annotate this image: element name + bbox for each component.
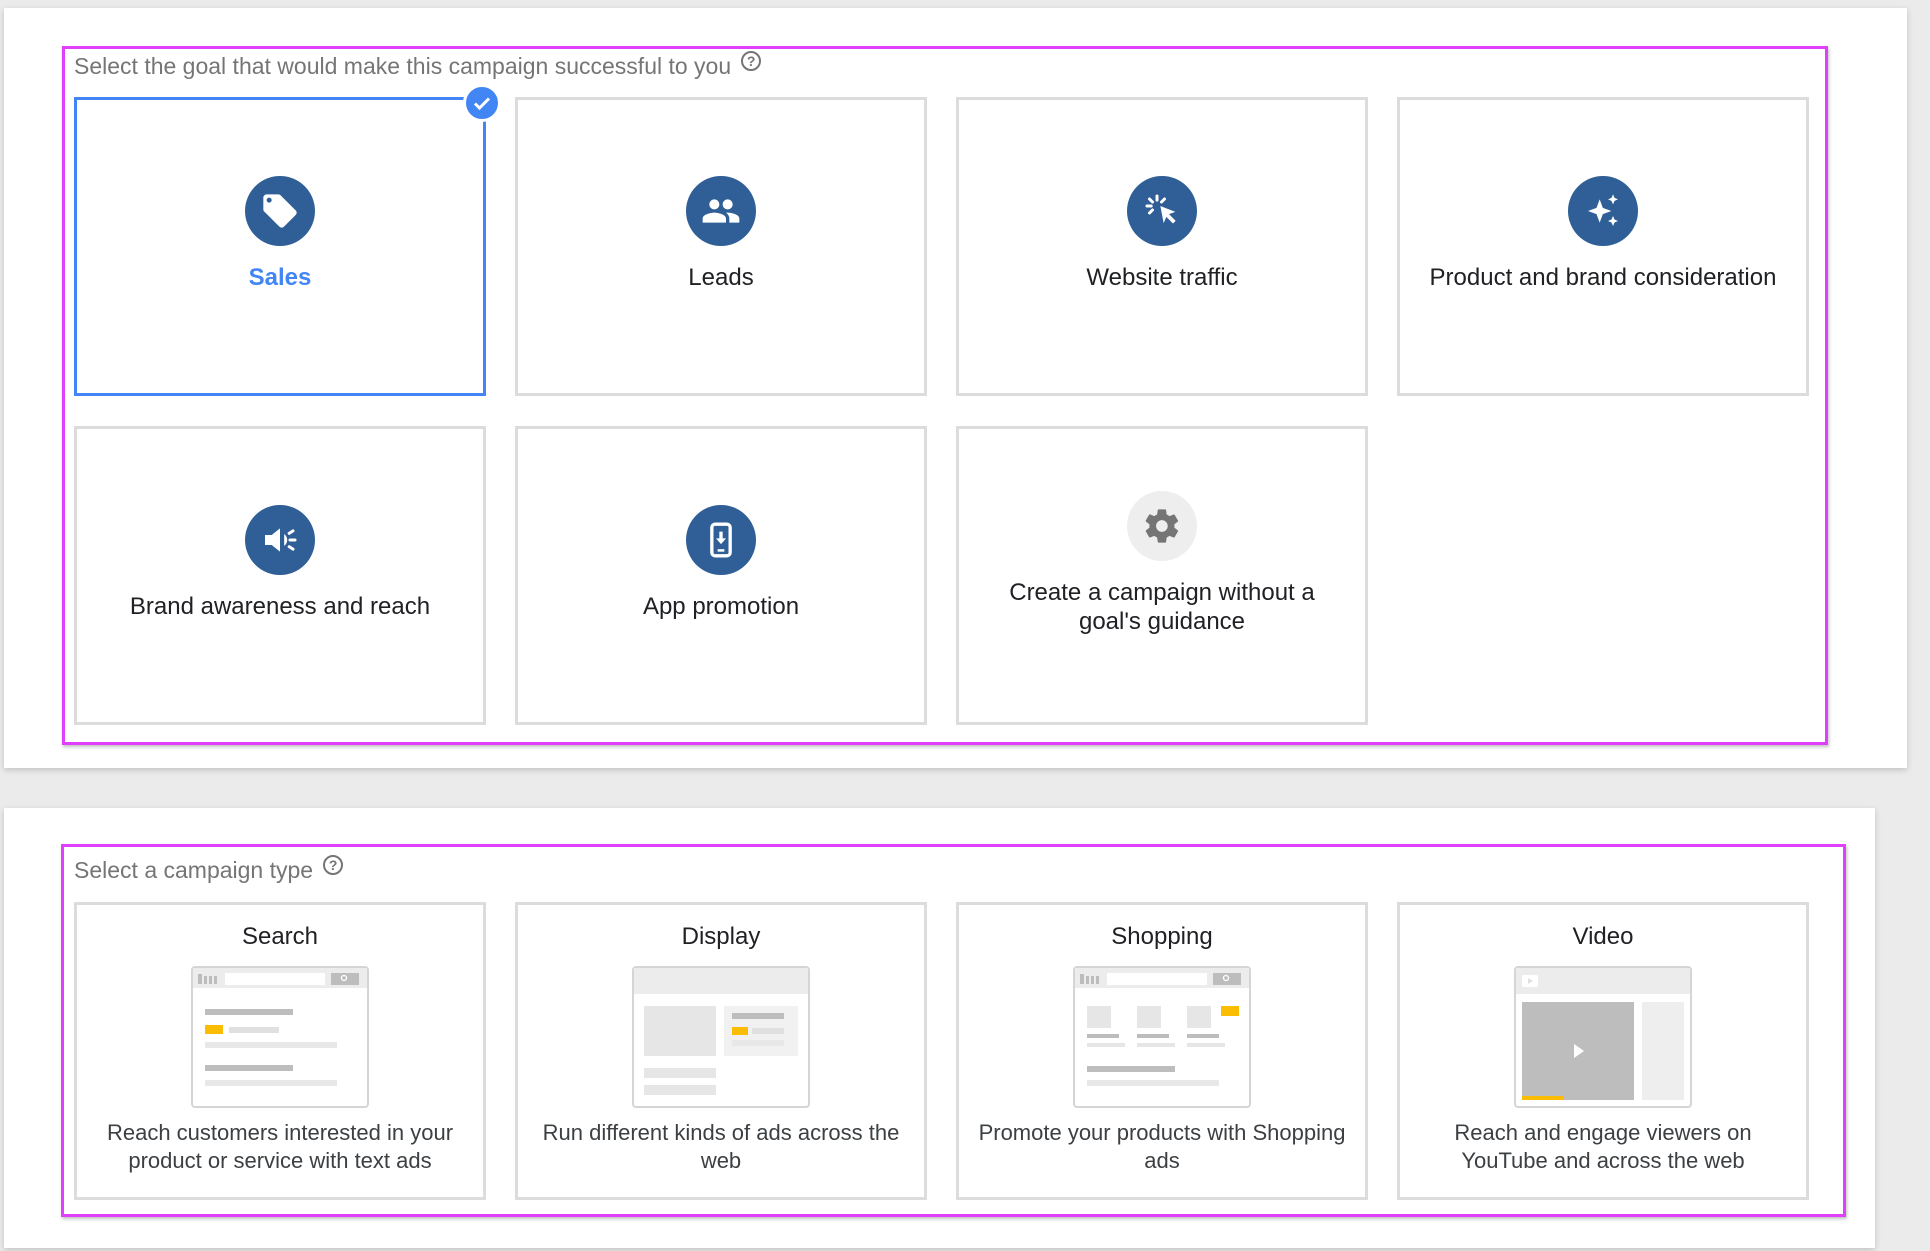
campaign-type-title-text: Select a campaign type	[74, 857, 314, 883]
goal-card-app-promotion[interactable]: App promotion	[515, 426, 927, 725]
type-card-display[interactable]: Display Run different kinds of ads acros…	[515, 902, 927, 1200]
goal-label: App promotion	[642, 593, 800, 620]
goal-card-product-brand-consideration[interactable]: Product and brand consideration	[1397, 97, 1809, 396]
goal-label: Sales	[248, 264, 312, 291]
type-description: Reach and engage viewers on YouTube and …	[1454, 1120, 1752, 1173]
search-results-illustration	[191, 966, 369, 1108]
type-description: Promote your products with Shopping ads	[978, 1120, 1346, 1173]
type-card-search[interactable]: Search Reach customers interested in you…	[74, 902, 486, 1200]
phone-download-icon	[686, 505, 756, 575]
goal-card-brand-awareness[interactable]: Brand awareness and reach	[74, 426, 486, 725]
help-icon[interactable]: ?	[323, 854, 344, 875]
campaign-type-section-title: Select a campaign type ?	[74, 854, 344, 884]
cursor-click-icon	[1127, 176, 1197, 246]
goal-section-title: Select the goal that would make this cam…	[74, 50, 762, 80]
shopping-ads-illustration	[1073, 966, 1251, 1108]
help-icon[interactable]: ?	[741, 50, 762, 71]
goal-section-title-text: Select the goal that would make this cam…	[74, 53, 732, 79]
goal-label: Create a campaign without a goal's guida…	[1009, 579, 1315, 635]
gear-icon	[1127, 491, 1197, 561]
goal-card-sales[interactable]: Sales	[74, 97, 486, 396]
people-icon	[686, 176, 756, 246]
display-ads-illustration	[632, 966, 810, 1108]
goal-label: Leads	[688, 264, 754, 291]
megaphone-icon	[245, 505, 315, 575]
type-title: Search	[241, 923, 319, 950]
goal-label: Website traffic	[1086, 264, 1238, 291]
type-title: Shopping	[1111, 923, 1213, 950]
sparkle-icon	[1568, 176, 1638, 246]
video-player-illustration	[1514, 966, 1692, 1108]
goal-label: Product and brand consideration	[1429, 264, 1777, 291]
tag-icon	[245, 176, 315, 246]
selected-check-icon	[463, 84, 501, 122]
goal-card-leads[interactable]: Leads	[515, 97, 927, 396]
goal-card-no-goal[interactable]: Create a campaign without a goal's guida…	[956, 426, 1368, 725]
type-title: Video	[1572, 923, 1634, 950]
type-description: Reach customers interested in your produ…	[106, 1120, 454, 1173]
goal-card-website-traffic[interactable]: Website traffic	[956, 97, 1368, 396]
type-description: Run different kinds of ads across the we…	[542, 1120, 900, 1173]
type-card-shopping[interactable]: Shopping Promote your products with Shop…	[956, 902, 1368, 1200]
goal-label: Brand awareness and reach	[129, 593, 431, 620]
type-title: Display	[681, 923, 761, 950]
type-card-video[interactable]: Video Reach and engage viewers on YouTub…	[1397, 902, 1809, 1200]
